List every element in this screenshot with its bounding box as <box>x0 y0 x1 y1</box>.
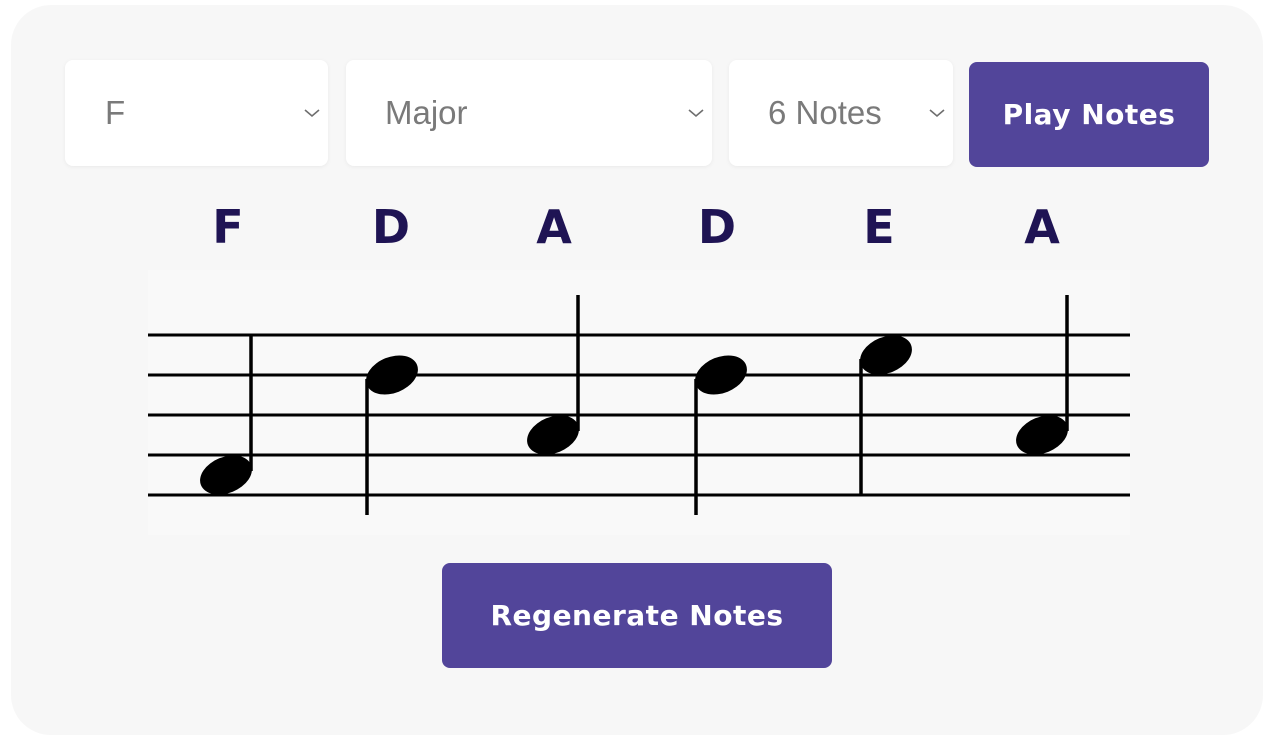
chevron-down-icon <box>688 109 704 118</box>
scale-select-value: Major <box>385 94 468 131</box>
note-count-select-value: 6 Notes <box>768 94 882 131</box>
play-notes-button[interactable]: Play Notes <box>969 62 1209 167</box>
key-select[interactable]: F <box>65 60 328 166</box>
quarter-note-icon <box>200 335 253 495</box>
note-name-label: A <box>536 200 572 254</box>
quarter-note-icon <box>1016 295 1069 455</box>
music-staff <box>148 270 1130 535</box>
note-count-select[interactable]: 6 Notes <box>729 60 953 166</box>
quarter-note-icon <box>859 335 912 495</box>
chevron-down-icon <box>304 109 320 118</box>
note-name-label: A <box>1024 200 1060 254</box>
scale-select[interactable]: Major <box>346 60 712 166</box>
chevron-down-icon <box>929 109 945 118</box>
quarter-note-icon <box>527 295 580 455</box>
notehead <box>695 355 747 395</box>
note-names-row: FDADEA <box>0 200 1280 270</box>
quarter-note-icon <box>365 355 418 515</box>
regenerate-notes-button[interactable]: Regenerate Notes <box>442 563 832 668</box>
note-name-label: E <box>863 200 895 254</box>
quarter-note-icon <box>694 355 747 515</box>
key-select-value: F <box>105 94 126 131</box>
note-name-label: F <box>212 200 244 254</box>
note-name-label: D <box>371 200 411 254</box>
note-name-label: D <box>697 200 737 254</box>
notehead <box>366 355 418 395</box>
